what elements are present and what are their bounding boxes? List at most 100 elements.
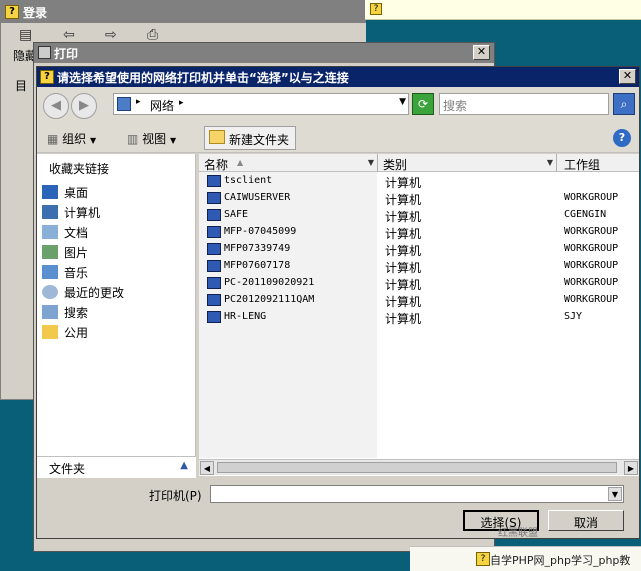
column-divider[interactable] bbox=[377, 154, 378, 172]
item-name: MFP07339749 bbox=[224, 243, 291, 254]
item-type: 计算机 bbox=[385, 176, 422, 190]
nav-item-computer[interactable]: 计算机 bbox=[42, 204, 100, 222]
scroll-left-icon[interactable]: ◀ bbox=[200, 461, 214, 475]
organize-icon: ▦ bbox=[47, 132, 59, 146]
views-button[interactable]: ▥ 视图 ▼ bbox=[127, 128, 176, 148]
item-workgroup: WORKGROUP bbox=[564, 192, 619, 203]
item-workgroup: WORKGROUP bbox=[564, 260, 619, 271]
select-printer-dialog: ? 请选择希望使用的网络打印机并单击“选择”以与之连接 ✕ ◀ ▶ ▸ 网络 ▸… bbox=[36, 66, 640, 539]
nav-item-search[interactable]: 搜索 bbox=[42, 304, 88, 322]
desktop-icon bbox=[42, 185, 58, 199]
new-folder-icon bbox=[209, 130, 225, 144]
nav-item-label: 文档 bbox=[64, 226, 89, 240]
back-button[interactable]: ◀ bbox=[43, 93, 69, 119]
organize-label: 组织 bbox=[62, 132, 87, 146]
item-type: 计算机 bbox=[385, 278, 422, 292]
bottom-banner: ? 自学PHP网_php学习_php教 bbox=[410, 546, 641, 571]
nav-item-desktop[interactable]: 桌面 bbox=[42, 184, 88, 202]
item-type: 计算机 bbox=[385, 295, 422, 309]
list-item[interactable]: PC-201109020921 计算机 WORKGROUP bbox=[199, 275, 639, 292]
dialog-title: 请选择希望使用的网络打印机并单击“选择”以与之连接 bbox=[57, 71, 349, 85]
item-type: 计算机 bbox=[385, 244, 422, 258]
list-item[interactable]: CAIWUSERVER 计算机 WORKGROUP bbox=[199, 190, 639, 207]
horizontal-scrollbar[interactable]: ◀ ▶ bbox=[199, 459, 639, 475]
hide-icon[interactable]: ▤ bbox=[19, 27, 32, 43]
address-bar[interactable]: ▸ 网络 ▸ ▼ bbox=[113, 93, 409, 115]
nav-item-pictures[interactable]: 图片 bbox=[42, 244, 88, 262]
nav-item-music[interactable]: 音乐 bbox=[42, 264, 88, 282]
nav-item-label: 公用 bbox=[64, 326, 89, 340]
search-icon bbox=[42, 305, 58, 319]
login-title: 登录 bbox=[23, 6, 48, 20]
breadcrumb-separator[interactable]: ▸ bbox=[179, 98, 184, 108]
key-icon: ? bbox=[476, 552, 490, 566]
computer-icon bbox=[207, 311, 221, 323]
item-name: HR-LENG bbox=[224, 311, 267, 322]
views-icon: ▥ bbox=[127, 132, 139, 146]
printer-label: 打印机(P) bbox=[149, 489, 202, 503]
back-icon[interactable]: ⇦ bbox=[63, 27, 75, 43]
key-icon: ? bbox=[5, 5, 19, 19]
top-banner: ? bbox=[365, 0, 641, 20]
new-folder-button[interactable]: 新建文件夹 bbox=[204, 126, 296, 150]
nav-item-recent[interactable]: 最近的更改 bbox=[42, 284, 124, 302]
chevron-down-icon[interactable]: ▼ bbox=[399, 97, 406, 107]
breadcrumb-separator[interactable]: ▸ bbox=[136, 97, 141, 107]
scroll-right-icon[interactable]: ▶ bbox=[624, 461, 638, 475]
print-title-bar: 打印 ✕ bbox=[34, 43, 494, 63]
list-item[interactable]: MFP07607178 计算机 WORKGROUP bbox=[199, 258, 639, 275]
refresh-button[interactable]: ⟳ bbox=[412, 93, 434, 115]
item-name: PC-201109020921 bbox=[224, 277, 315, 288]
computer-icon bbox=[42, 205, 58, 219]
chevron-down-icon[interactable]: ▼ bbox=[545, 154, 555, 172]
cancel-button[interactable]: 取消 bbox=[548, 510, 624, 531]
key-icon: ? bbox=[370, 3, 382, 15]
sort-asc-icon: ▲ bbox=[237, 158, 244, 167]
dialog-close-button[interactable]: ✕ bbox=[619, 69, 636, 84]
list-item[interactable]: PC2012092111QAM 计算机 WORKGROUP bbox=[199, 292, 639, 309]
printer-field[interactable]: ▼ bbox=[210, 485, 624, 503]
computer-icon bbox=[207, 294, 221, 306]
chevron-down-icon[interactable]: ▼ bbox=[366, 154, 376, 172]
key-icon: ? bbox=[40, 70, 54, 84]
item-name: MFP07607178 bbox=[224, 260, 291, 271]
scroll-thumb[interactable] bbox=[217, 462, 617, 473]
column-divider[interactable] bbox=[556, 154, 557, 172]
item-workgroup: WORKGROUP bbox=[564, 294, 619, 305]
column-headers: 名称 ▲ ▼ 类别 ▼ 工作组 bbox=[199, 154, 639, 172]
nav-item-label: 搜索 bbox=[64, 306, 89, 320]
chevron-up-icon: ▲ bbox=[180, 460, 188, 471]
computer-icon bbox=[207, 260, 221, 272]
chevron-down-icon: ▼ bbox=[90, 136, 97, 145]
music-icon bbox=[42, 265, 58, 279]
list-item[interactable]: MFP07339749 计算机 WORKGROUP bbox=[199, 241, 639, 258]
nav-item-documents[interactable]: 文档 bbox=[42, 224, 88, 242]
list-item[interactable]: HR-LENG 计算机 SJY bbox=[199, 309, 639, 326]
list-item[interactable]: SAFE 计算机 CGENGIN bbox=[199, 207, 639, 224]
new-folder-label: 新建文件夹 bbox=[229, 133, 290, 147]
file-list: 名称 ▲ ▼ 类别 ▼ 工作组 tsclient 计算机 CAIWUSERVER 计… bbox=[199, 154, 639, 476]
print-close-button[interactable]: ✕ bbox=[473, 45, 490, 60]
chevron-down-icon[interactable]: ▼ bbox=[608, 487, 622, 501]
search-button[interactable]: ⌕ bbox=[613, 93, 635, 115]
favorites-header: 收藏夹链接 bbox=[49, 162, 110, 176]
list-item[interactable]: MFP-07045099 计算机 WORKGROUP bbox=[199, 224, 639, 241]
navigation-bar: ◀ ▶ ▸ 网络 ▸ ▼ ⟳ 搜索 ⌕ bbox=[37, 87, 639, 123]
computer-icon bbox=[207, 209, 221, 221]
list-item[interactable]: tsclient 计算机 bbox=[199, 173, 639, 190]
forward-button[interactable]: ▶ bbox=[71, 93, 97, 119]
nav-item-public[interactable]: 公用 bbox=[42, 324, 88, 342]
column-workgroup[interactable]: 工作组 bbox=[564, 156, 600, 173]
breadcrumb-network[interactable]: 网络 bbox=[150, 97, 174, 114]
organize-button[interactable]: ▦ 组织 ▼ bbox=[47, 128, 96, 148]
column-type[interactable]: 类别 bbox=[383, 156, 407, 173]
forward-icon[interactable]: ⇨ bbox=[105, 27, 117, 43]
search-input[interactable]: 搜索 bbox=[439, 93, 609, 115]
print-icon[interactable]: ⎙ bbox=[147, 27, 158, 43]
help-icon[interactable]: ? bbox=[613, 129, 631, 147]
column-name[interactable]: 名称 bbox=[204, 156, 228, 173]
folders-toggle[interactable]: 文件夹 ▲ bbox=[37, 456, 196, 478]
item-name: tsclient bbox=[224, 175, 273, 186]
item-workgroup: SJY bbox=[564, 311, 583, 322]
computer-icon bbox=[207, 243, 221, 255]
